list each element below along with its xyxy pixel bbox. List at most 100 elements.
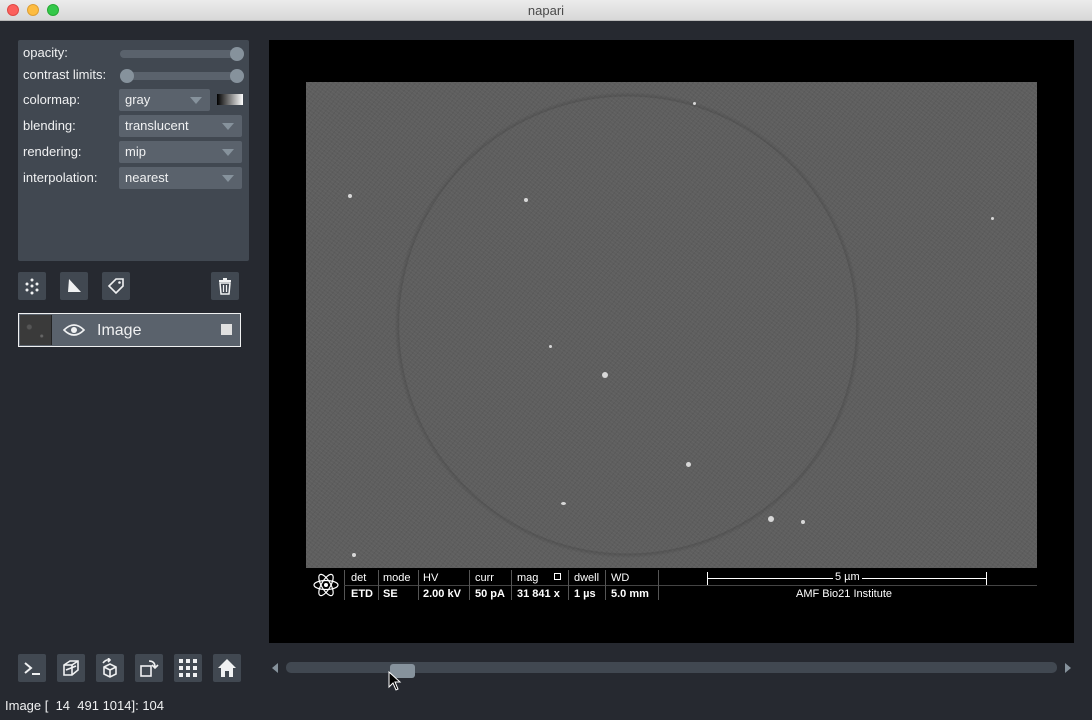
image-particle <box>348 194 352 198</box>
chevron-down-icon <box>222 175 234 182</box>
points-icon <box>25 278 39 295</box>
image-particle <box>549 345 552 348</box>
mag-value: 31 841 x <box>517 588 560 600</box>
window-title: napari <box>527 3 565 18</box>
interpolation-value: nearest <box>125 170 169 185</box>
colormap-preview <box>217 94 243 105</box>
layer-name[interactable]: Image <box>97 322 141 340</box>
layer-controls-panel: opacity: contrast limits: colormap: gray… <box>18 40 249 261</box>
sem-image <box>306 82 1037 568</box>
trash-icon <box>219 278 231 295</box>
databar-divider <box>658 570 659 600</box>
curr-label: curr <box>475 572 494 584</box>
contrast-row: contrast limits: <box>18 64 249 86</box>
layer-item-image[interactable]: Image <box>18 313 241 347</box>
curr-value: 50 pA <box>475 588 505 600</box>
databar-divider <box>378 570 379 600</box>
ndisplay-button[interactable] <box>57 654 85 682</box>
eye-icon[interactable] <box>63 322 85 338</box>
interpolation-label: interpolation: <box>23 170 98 185</box>
interpolation-dropdown[interactable]: nearest <box>119 167 242 189</box>
det-label: det <box>351 572 367 584</box>
interpolation-row: interpolation: nearest <box>18 167 249 189</box>
status-bar-text: Image [ 14 491 1014]: 104 <box>5 698 165 713</box>
roll-dims-button[interactable] <box>96 654 124 682</box>
chevron-right-icon[interactable] <box>1065 663 1071 673</box>
image-particle <box>693 102 696 105</box>
image-particle <box>602 372 608 378</box>
image-particle <box>524 198 528 202</box>
grid-icon <box>179 659 197 677</box>
image-particle <box>686 462 691 467</box>
databar-divider <box>605 570 606 600</box>
labels-tag-icon <box>107 278 124 295</box>
chevron-down-icon <box>190 97 202 104</box>
rendering-label: rendering: <box>23 144 82 159</box>
wd-label: WD <box>611 572 630 584</box>
opacity-slider-handle[interactable] <box>230 47 244 61</box>
new-points-layer-button[interactable] <box>18 272 46 300</box>
det-value: ETD <box>351 588 373 600</box>
shapes-icon <box>68 279 81 292</box>
colormap-row: colormap: gray <box>18 89 249 111</box>
opacity-label: opacity: <box>23 45 68 60</box>
dwell-value: 1 µs <box>574 588 596 600</box>
image-particle <box>561 502 566 505</box>
blending-row: blending: translucent <box>18 115 249 137</box>
opacity-slider[interactable] <box>120 47 244 61</box>
contrast-max-handle[interactable] <box>230 69 244 83</box>
databar-divider <box>344 585 1037 586</box>
mag-indicator-icon <box>554 573 561 580</box>
rendering-value: mip <box>125 144 146 159</box>
image-particle <box>991 217 994 220</box>
contrast-limits-slider[interactable] <box>120 69 244 83</box>
rendering-row: rendering: mip <box>18 141 249 163</box>
colormap-dropdown[interactable]: gray <box>119 89 210 111</box>
rendering-dropdown[interactable]: mip <box>119 141 242 163</box>
grid-view-button[interactable] <box>174 654 202 682</box>
chevron-down-icon <box>222 123 234 130</box>
sem-databar: det ETD mode SE HV 2.00 kV curr 50 pA ma… <box>306 568 1037 602</box>
dwell-label: dwell <box>574 572 600 584</box>
transpose-icon <box>140 660 159 677</box>
roll-dims-icon <box>102 658 117 678</box>
colormap-label: colormap: <box>23 92 81 107</box>
blending-dropdown[interactable]: translucent <box>119 115 242 137</box>
contrast-min-handle[interactable] <box>120 69 134 83</box>
opacity-row: opacity: <box>18 42 249 64</box>
databar-divider <box>418 570 419 600</box>
mag-label: mag <box>517 572 539 584</box>
databar-divider <box>568 570 569 600</box>
blending-label: blending: <box>23 118 76 133</box>
home-button[interactable] <box>213 654 241 682</box>
scale-bar-label: 5 µm <box>833 571 862 583</box>
image-particle <box>352 553 356 557</box>
transpose-button[interactable] <box>135 654 163 682</box>
new-shapes-layer-button[interactable] <box>60 272 88 300</box>
delete-layer-button[interactable] <box>211 272 239 300</box>
chevron-left-icon[interactable] <box>272 663 278 673</box>
layer-thumbnail <box>20 315 52 345</box>
mode-label: mode <box>383 572 411 584</box>
console-icon <box>24 662 40 675</box>
databar-divider <box>511 570 512 600</box>
blending-value: translucent <box>125 118 189 133</box>
window-titlebar: napari <box>0 0 1092 21</box>
image-particle <box>801 520 805 524</box>
home-icon <box>218 659 236 677</box>
databar-divider <box>469 570 470 600</box>
hv-label: HV <box>423 572 439 584</box>
institute-label: AMF Bio21 Institute <box>796 588 892 600</box>
new-labels-layer-button[interactable] <box>102 272 130 300</box>
hv-value: 2.00 kV <box>423 588 461 600</box>
chevron-down-icon <box>222 149 234 156</box>
wd-value: 5.0 mm <box>611 588 649 600</box>
mouse-pointer-icon <box>388 671 402 691</box>
contrast-limits-label: contrast limits: <box>23 67 107 82</box>
ndisplay-icon <box>63 660 79 676</box>
layer-select-checkbox[interactable] <box>221 324 232 335</box>
console-button[interactable] <box>18 654 46 682</box>
image-particle <box>768 516 774 522</box>
atom-logo-icon <box>313 573 339 597</box>
colormap-value: gray <box>125 92 151 107</box>
